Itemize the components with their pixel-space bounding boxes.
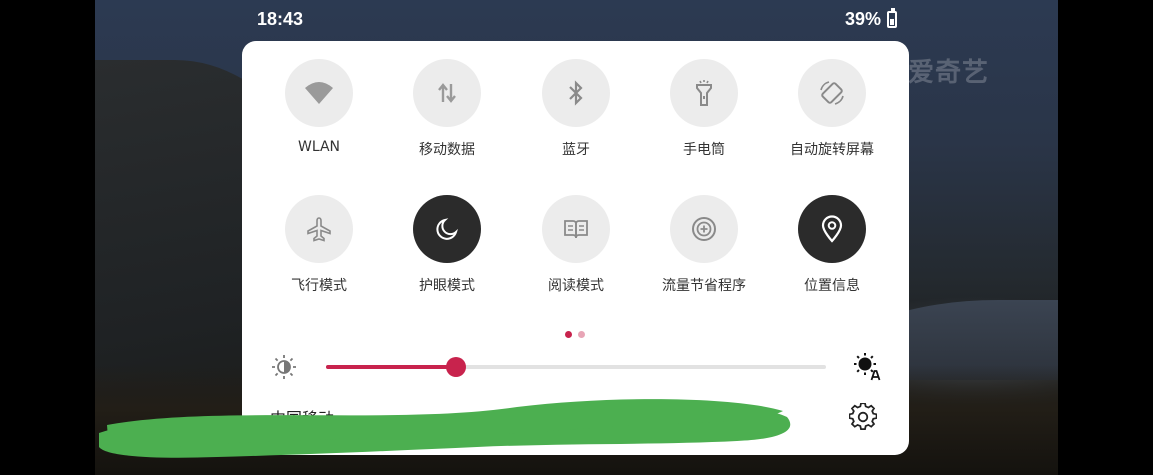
tile-label: 阅读模式	[548, 278, 604, 294]
tile-reading-mode[interactable]: 阅读模式	[512, 195, 640, 315]
flashlight-icon	[670, 59, 738, 127]
auto-brightness-icon[interactable]	[852, 351, 882, 385]
redaction-scribble	[99, 399, 791, 458]
brightness-slider-thumb[interactable]	[446, 357, 466, 377]
tile-label: WLAN	[297, 139, 340, 155]
tile-label: 护眼模式	[419, 278, 475, 294]
quick-settings-panel: WLAN 移动数据 蓝牙 手电筒 自动旋转屏幕 飞行模式 护眼模式 阅读模式 流…	[242, 41, 909, 455]
data-saver-icon	[670, 195, 738, 263]
tile-label: 手电筒	[683, 142, 725, 158]
page-dot-active[interactable]	[565, 331, 572, 338]
tile-label: 位置信息	[804, 278, 860, 294]
mobile-data-icon	[413, 59, 481, 127]
moon-icon	[413, 195, 481, 263]
brightness-low-icon	[270, 353, 298, 385]
tile-airplane-mode[interactable]: 飞行模式	[255, 195, 383, 315]
watermark-text: 爱奇艺	[908, 58, 990, 88]
bluetooth-icon	[542, 59, 610, 127]
battery-icon	[887, 8, 898, 28]
tile-label: 蓝牙	[562, 142, 590, 158]
book-icon	[542, 195, 610, 263]
airplane-icon	[285, 195, 353, 263]
tile-flashlight[interactable]: 手电筒	[640, 59, 768, 179]
tile-wlan[interactable]: WLAN	[255, 59, 383, 179]
page-dot[interactable]	[578, 331, 585, 338]
tile-label: 自动旋转屏幕	[790, 142, 874, 158]
battery-percent: 39%	[845, 9, 882, 29]
page-indicator	[565, 331, 585, 338]
tile-bluetooth[interactable]: 蓝牙	[512, 59, 640, 179]
auto-rotate-icon	[798, 59, 866, 127]
location-pin-icon	[798, 195, 866, 263]
tile-location[interactable]: 位置信息	[768, 195, 896, 315]
app-watermark-logo: 爱奇艺	[908, 52, 989, 89]
tile-auto-rotate[interactable]: 自动旋转屏幕	[768, 59, 896, 179]
tile-eye-comfort[interactable]: 护眼模式	[383, 195, 511, 315]
tile-label: 飞行模式	[291, 278, 347, 294]
tile-mobile-data[interactable]: 移动数据	[383, 59, 511, 179]
tile-label: 流量节省程序	[662, 278, 746, 294]
brightness-slider[interactable]	[326, 357, 826, 377]
tile-data-saver[interactable]: 流量节省程序	[640, 195, 768, 315]
settings-gear-icon[interactable]	[848, 402, 878, 435]
tile-label: 移动数据	[419, 142, 475, 158]
wifi-icon	[285, 59, 353, 127]
status-time: 18:43	[257, 9, 304, 29]
status-battery: 39%	[845, 8, 898, 30]
brightness-slider-fill	[326, 365, 456, 369]
